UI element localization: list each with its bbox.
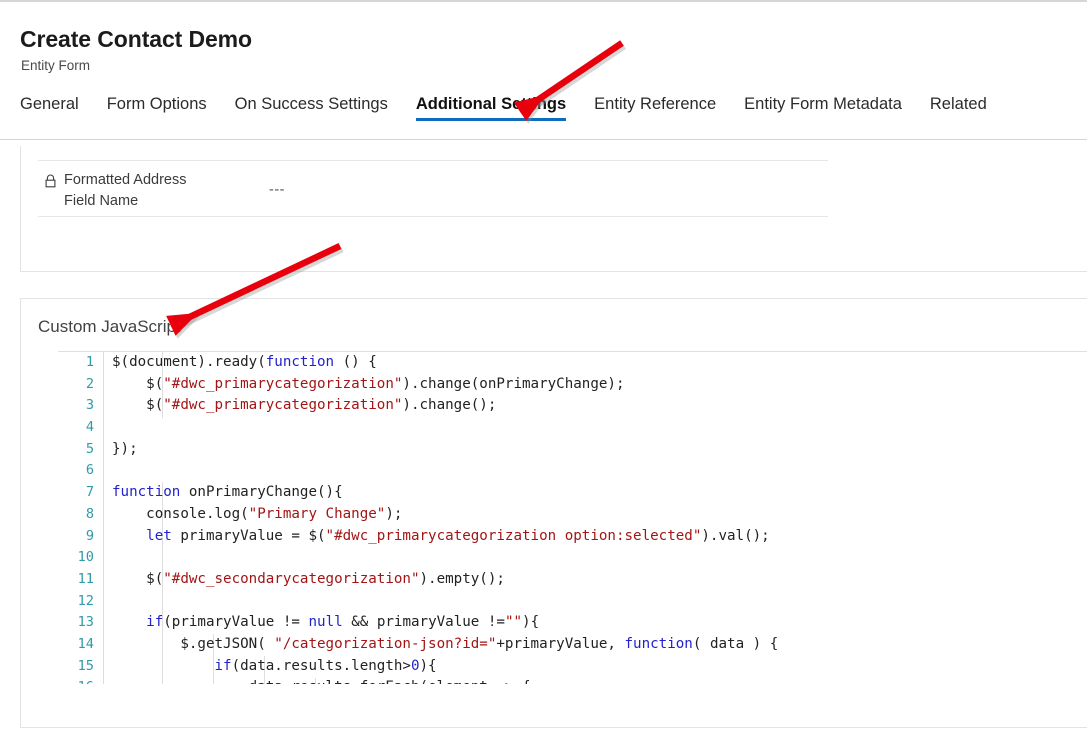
code-line: 10 [58,547,1087,569]
code-line-number: 8 [85,505,94,522]
code-line: 6 [58,460,1087,482]
code-line-text: let primaryValue = $("#dwc_primarycatego… [146,527,770,544]
code-line: 16 data.results.forEach(element => { [58,677,1087,684]
code-line: 3 $("#dwc_primarycategorization").change… [58,395,1087,417]
code-line: 14 $.getJSON( "/categorization-json?id="… [58,634,1087,656]
code-line: 1 $(document).ready(function () { [58,352,1087,374]
code-line: 11 $("#dwc_secondarycategorization").emp… [58,569,1087,591]
code-line-text: $.getJSON( "/categorization-json?id="+pr… [112,635,779,652]
code-line-number: 9 [85,527,94,544]
code-line-text: data.results.forEach(element => { [112,677,531,684]
tab-entity-reference[interactable]: Entity Reference [594,94,716,125]
code-content[interactable]: 1 $(document).ready(function () { 2 $("#dw… [58,352,1087,684]
code-line-text: $(document).ready(function () { [112,354,377,370]
code-line-number: 6 [85,462,94,479]
app-root: Create Contact Demo Entity Form General F… [0,0,1087,738]
code-line-number: 14 [77,635,94,652]
code-line: 5}); [58,439,1087,461]
code-line-number: 1 [85,354,94,370]
tab-entity-form-metadata[interactable]: Entity Form Metadata [744,94,902,125]
page-subtitle: Entity Form [21,58,91,73]
code-line: 7 function onPrimaryChange(){ [58,482,1087,504]
code-line-number: 12 [77,592,94,609]
tab-additional-settings[interactable]: Additional Settings [415,94,567,125]
code-line-text: if(data.results.length>0){ [214,657,437,674]
code-line: 9 let primaryValue = $("#dwc_primarycate… [58,526,1087,548]
tab-strip: General Form Options On Success Settings Ad… [0,94,1087,139]
custom-javascript-title: Custom JavaScript [38,317,181,336]
code-line: 2 $("#dwc_primarycategorization").change… [58,374,1087,396]
code-line: 12 [58,591,1087,613]
formatted-address-card: Formatted Address Field Name --- [20,146,1087,272]
code-line-text: console.log("Primary Change"); [112,505,403,522]
code-line-text: $("#dwc_primarycategorization").change(o… [112,375,625,392]
page-header: Create Contact Demo Entity Form General F… [0,4,1087,140]
code-line: 13 if(primaryValue != null && primaryVal… [58,612,1087,634]
code-line-number: 16 [58,677,94,684]
tab-general[interactable]: General [20,94,79,125]
code-editor[interactable]: 1 $(document).ready(function () { 2 $("#dw… [58,351,1087,684]
code-line-text: $("#dwc_secondarycategorization").empty(… [112,570,505,587]
formatted-address-label-line1: Formatted Address [64,172,187,188]
code-line-text: if(primaryValue != null && primaryValue … [146,614,540,631]
code-line-number: 5 [85,440,94,457]
formatted-address-field-row: Formatted Address Field Name --- [38,160,828,217]
custom-javascript-card: Custom JavaScript 1 $(document).ready(fun… [20,298,1087,728]
tab-form-options[interactable]: Form Options [107,94,207,125]
code-line-number: 4 [85,419,94,436]
page-title: Create Contact Demo [20,26,252,52]
code-line-text: function onPrimaryChange(){ [112,484,343,501]
form-body: Formatted Address Field Name --- Custom … [0,141,1087,738]
tab-related[interactable]: Related [930,94,987,125]
code-line-number: 7 [85,484,94,501]
code-line-number: 10 [77,549,94,566]
code-line-text: $("#dwc_primarycategorization").change()… [112,397,497,414]
code-line-number: 11 [77,570,94,587]
code-line-number: 13 [77,614,94,631]
code-line: 4 [58,417,1087,439]
code-line-number: 3 [85,397,94,414]
tab-on-success-settings[interactable]: On Success Settings [235,94,388,125]
formatted-address-value: --- [269,182,285,198]
code-line-number: 2 [85,375,94,392]
code-line: 8 console.log("Primary Change"); [58,504,1087,526]
formatted-address-label-line2: Field Name [64,193,139,209]
code-line-text: }); [112,440,138,457]
code-line: 15 if(data.results.length>0){ [58,656,1087,678]
lock-icon [44,174,57,188]
code-line-number: 15 [77,657,94,674]
